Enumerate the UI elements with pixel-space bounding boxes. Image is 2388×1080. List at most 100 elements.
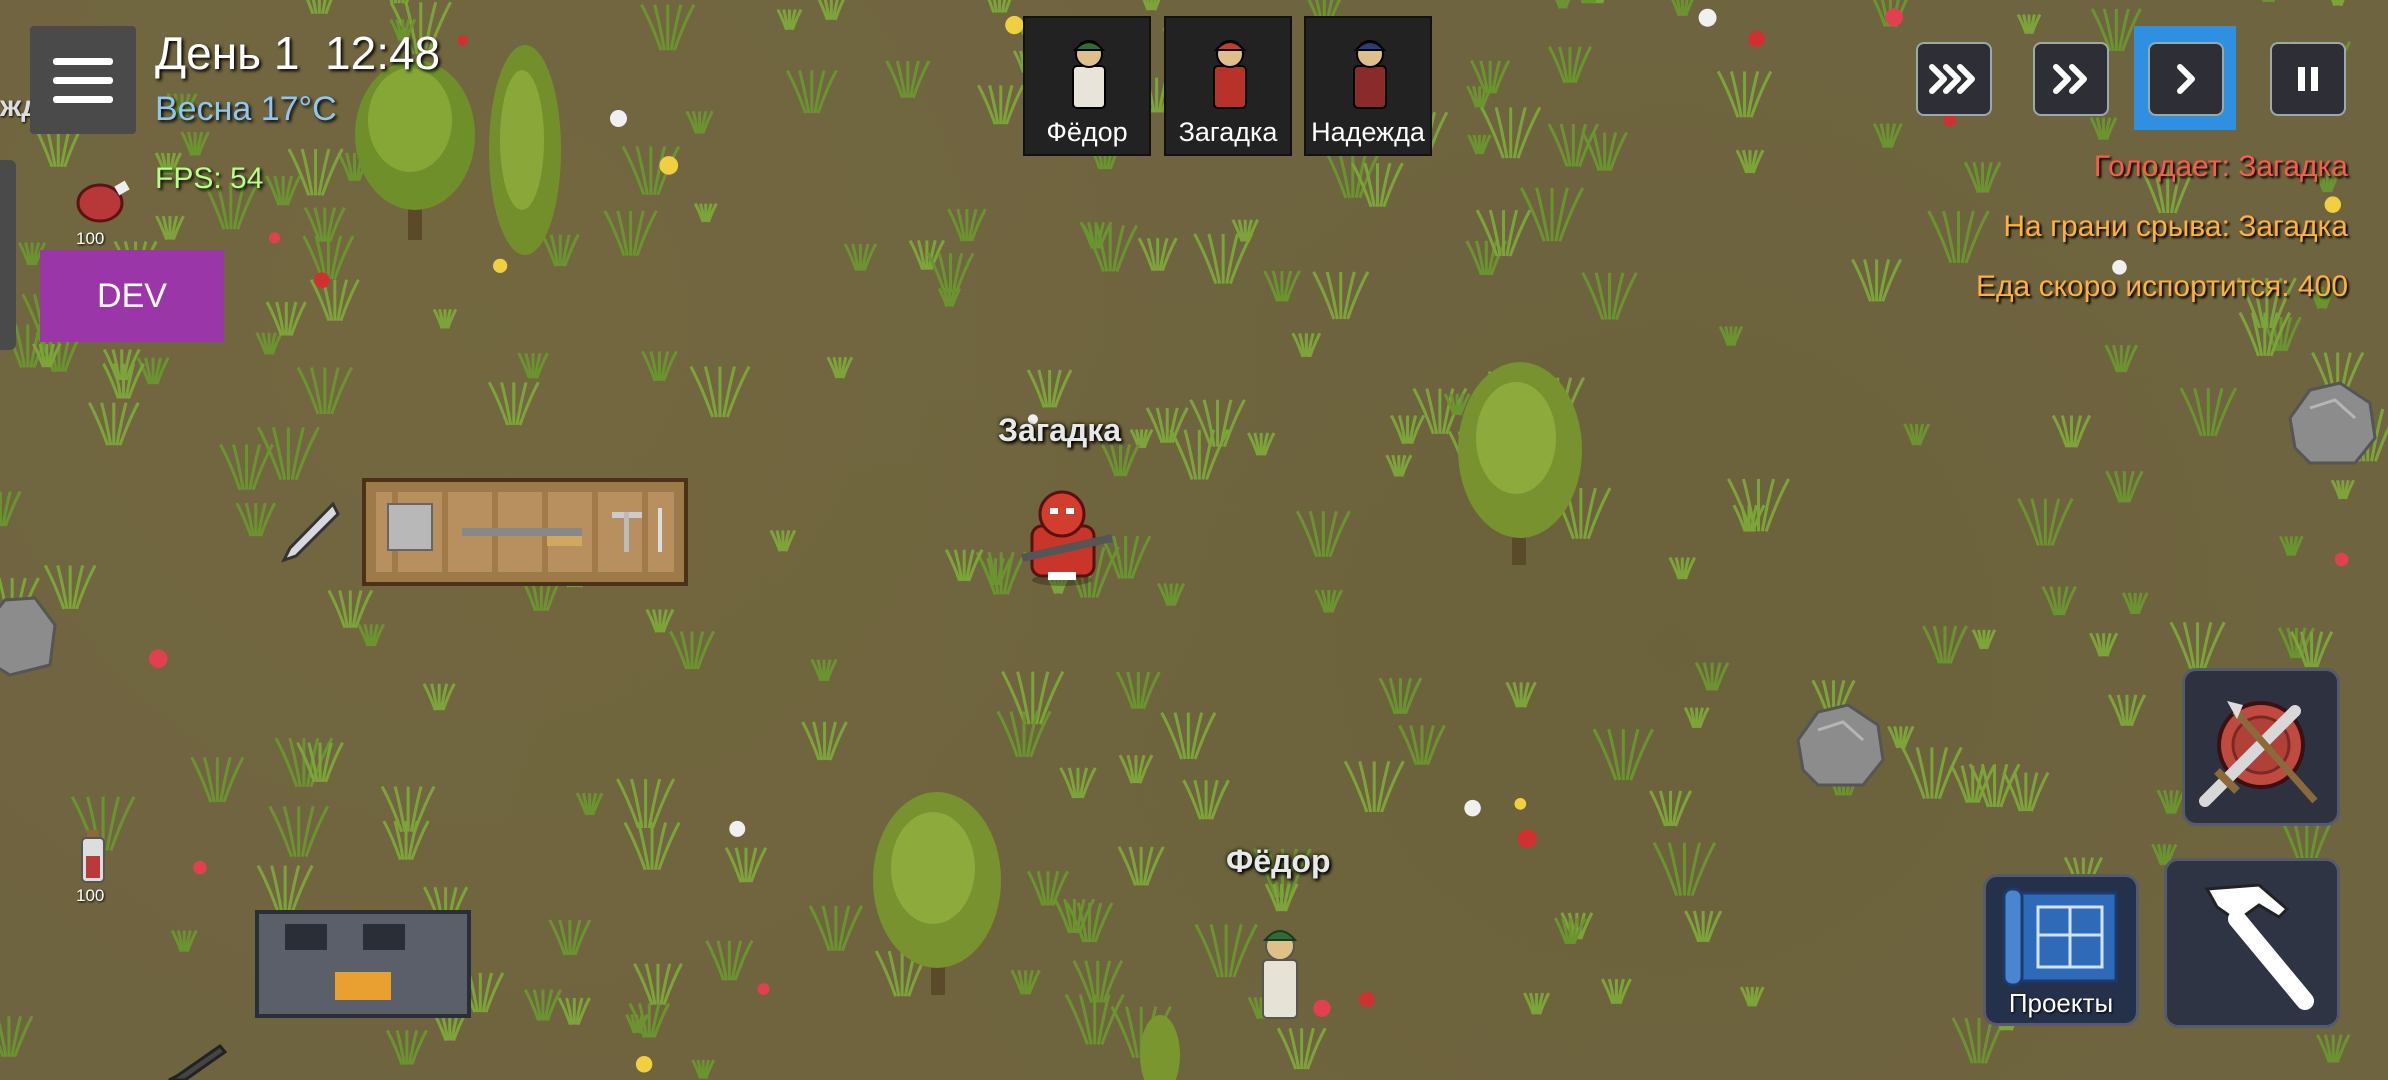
grass-tuft xyxy=(785,69,838,114)
grass-tuft xyxy=(2041,585,2077,616)
alert-message[interactable]: Еда скоро испортится: 400 xyxy=(1976,270,2348,304)
rock[interactable] xyxy=(1793,700,1888,790)
triple-chevron-icon xyxy=(1929,64,1975,94)
grass-tuft xyxy=(977,84,1025,125)
grass-tuft xyxy=(1115,671,1161,710)
fedor-world-label: Фёдор xyxy=(1226,843,1331,879)
grass-tuft xyxy=(1718,325,1744,347)
build-button[interactable] xyxy=(2164,858,2340,1028)
grass-tuft xyxy=(1592,728,1654,781)
time-label: 12:48 xyxy=(325,27,441,79)
projects-button[interactable]: Проекты xyxy=(1983,874,2139,1026)
grass-tuft xyxy=(433,1013,467,1042)
speed-2x-button[interactable] xyxy=(2025,26,2133,128)
grass-tuft xyxy=(1735,149,1765,174)
grass-tuft xyxy=(0,490,22,527)
grass-tuft xyxy=(1581,272,1638,321)
grass-tuft xyxy=(1901,746,1963,800)
grass-tuft xyxy=(1480,106,1542,159)
grass-tuft xyxy=(2169,621,2226,670)
grass-tuft xyxy=(2331,0,2345,7)
day-time: День 1 12:48 xyxy=(155,26,440,80)
grass-tuft xyxy=(2105,470,2144,503)
flower xyxy=(1748,30,1765,48)
grass-tuft xyxy=(685,110,714,135)
grass-tuft xyxy=(1555,0,1571,9)
colonist-portrait xyxy=(1213,40,1247,109)
grass-tuft xyxy=(1872,122,1903,149)
grass-tuft xyxy=(947,208,987,242)
grass-tuft xyxy=(1378,677,1423,715)
saw-item[interactable] xyxy=(165,1040,227,1080)
speed-3x-button[interactable] xyxy=(1910,26,2018,128)
grass-tuft xyxy=(669,630,716,670)
tree[interactable] xyxy=(1130,1010,1190,1080)
rock[interactable] xyxy=(2285,378,2380,468)
grass-tuft xyxy=(170,929,198,953)
grass-tuft xyxy=(1117,846,1165,886)
grass-tuft xyxy=(1145,407,1189,444)
alert-message[interactable]: На грани срыва: Загадка xyxy=(2003,210,2348,244)
grass-tuft xyxy=(2107,694,2147,727)
menu-button[interactable] xyxy=(30,26,136,134)
flower xyxy=(314,272,330,289)
grass-tuft xyxy=(817,0,845,21)
tree[interactable] xyxy=(1450,360,1590,570)
grass-tuft xyxy=(1694,661,1730,691)
grass-tuft xyxy=(1727,478,1790,532)
flower xyxy=(757,983,770,996)
combat-button[interactable] xyxy=(2182,668,2340,826)
dev-button[interactable]: DEV xyxy=(40,250,224,342)
grass-tuft xyxy=(1343,760,1405,813)
speed-1x-button[interactable] xyxy=(2134,26,2236,130)
grass-tuft xyxy=(1652,842,1717,897)
grass-tuft xyxy=(2156,789,2186,815)
grass-tuft xyxy=(256,864,314,914)
flower xyxy=(1514,798,1527,810)
grass-tuft xyxy=(1671,0,1694,17)
tree[interactable] xyxy=(865,790,1010,1000)
grass-tuft xyxy=(136,357,170,385)
colonist-card[interactable]: Загадка xyxy=(1164,16,1292,156)
flower xyxy=(2334,552,2349,567)
grass-tuft xyxy=(1505,681,1537,708)
grass-tuft xyxy=(885,60,931,99)
grass-tuft xyxy=(1026,870,1069,907)
grass-tuft xyxy=(1385,454,1413,477)
grass-tuft xyxy=(487,381,540,426)
grass-tuft xyxy=(102,363,145,400)
grass-tuft xyxy=(808,905,864,952)
workbench[interactable] xyxy=(362,478,688,586)
colonist-card[interactable]: Надежда xyxy=(1304,16,1432,156)
grass-tuft xyxy=(235,502,277,537)
alert-message[interactable]: Голодает: Загадка xyxy=(2094,150,2348,184)
grass-tuft xyxy=(1100,443,1141,477)
meat-stack[interactable]: 100 xyxy=(70,175,130,248)
rock[interactable] xyxy=(0,590,60,680)
colonist-portrait xyxy=(1353,40,1387,109)
speed-1x-frame xyxy=(2148,42,2224,116)
grass-tuft xyxy=(2017,498,2074,546)
colonist-name: Фёдор xyxy=(1046,117,1128,147)
flower xyxy=(609,110,627,127)
grass-tuft xyxy=(180,131,210,156)
potion-count: 100 xyxy=(76,886,105,905)
projects-label: Проекты xyxy=(2008,988,2114,1018)
saw-item[interactable] xyxy=(278,498,340,566)
fedor-character[interactable] xyxy=(1255,918,1305,1022)
season-temperature: Весна 17°C xyxy=(155,90,337,128)
speed-3x-frame xyxy=(1916,42,1992,116)
stove[interactable] xyxy=(255,910,471,1018)
grass-tuft xyxy=(265,301,307,336)
tree[interactable] xyxy=(480,40,570,260)
grass-tuft xyxy=(640,3,696,51)
grass-tuft xyxy=(1971,629,1997,650)
potion-stack[interactable]: 100 xyxy=(76,828,118,905)
zagadka-character[interactable] xyxy=(1012,488,1122,588)
colonist-card[interactable]: Фёдор xyxy=(1023,16,1151,156)
grass-tuft xyxy=(287,148,344,196)
pause-button[interactable] xyxy=(2262,26,2370,128)
grass-tuft xyxy=(1291,332,1322,358)
grass-tuft xyxy=(1295,510,1351,558)
flower xyxy=(1005,15,1024,35)
